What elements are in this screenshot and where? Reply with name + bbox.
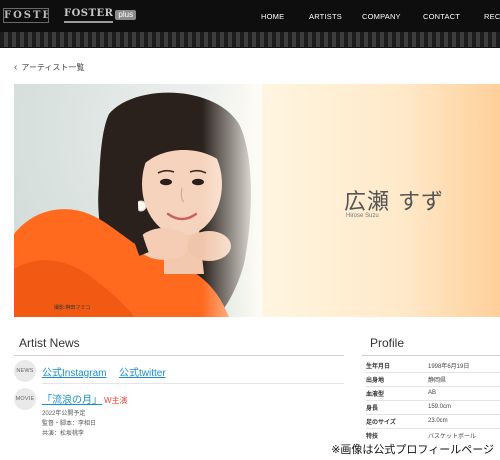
artist-name-japanese: 広瀬 すず: [344, 190, 444, 215]
artist-news-divider: [14, 355, 344, 356]
foster-plus-logo-text: FOSTER: [64, 7, 114, 23]
news-badge: NEWS: [14, 360, 36, 382]
official-twitter-link[interactable]: 公式twitter: [119, 364, 166, 379]
nav-recruit[interactable]: RECR: [484, 0, 500, 32]
movie-costar-info: 共演：松坂桃李: [42, 431, 85, 437]
movie-news-item[interactable]: 「流浪の月」 W主演: [42, 391, 128, 406]
artist-hero-banner: 撮影:榊田フミコ 広瀬 すず Hirose Suzu: [14, 84, 500, 317]
chevron-left-icon: ‹: [14, 61, 18, 73]
decorative-stripe-band: [0, 32, 500, 48]
movie-release-info: 2022年公開予定: [42, 411, 86, 417]
movie-title-link[interactable]: 「流浪の月」: [42, 395, 102, 406]
profile-key: 足のサイズ: [366, 419, 396, 426]
nav-home[interactable]: HOME: [261, 0, 284, 32]
profile-value: 静岡県: [428, 377, 447, 384]
profile-value: 159.0cm: [428, 404, 452, 410]
movie-director-info: 監督・脚本：李相日: [42, 421, 97, 427]
profile-row-height: 身長 159.0cm: [366, 401, 451, 413]
profile-key: 特技: [366, 433, 379, 440]
artist-photo: 撮影:榊田フミコ: [14, 84, 262, 317]
photo-credit: 撮影:榊田フミコ: [54, 305, 91, 311]
artist-news-heading: Artist News: [19, 336, 80, 350]
profile-row-skill: 特技 バスケットボール: [366, 429, 476, 441]
profile-row-blood-type: 血液型 AB: [366, 387, 436, 399]
back-link-label: アーティスト一覧: [21, 63, 85, 72]
foster-plus-logo-badge: plus: [115, 10, 137, 20]
profile-key: 身長: [366, 405, 379, 412]
back-to-artist-list-link[interactable]: ‹ アーティスト一覧: [14, 62, 84, 73]
artist-name-romaji: Hirose Suzu: [346, 213, 379, 219]
photo-fade-overlay: [202, 84, 262, 317]
profile-heading: Profile: [370, 336, 405, 350]
nav-contact[interactable]: CONTACT: [423, 0, 460, 32]
top-navigation-bar: FOSTER FOSTER plus HOME ARTISTS COMPANY …: [0, 0, 500, 32]
foster-plus-logo[interactable]: FOSTER plus: [64, 7, 137, 23]
profile-row-birthday: 生年月日 1998年6月19日: [366, 359, 469, 371]
image-source-caption: ※画像は公式プロフィールページ: [327, 441, 494, 457]
movie-role-tag: W主演: [104, 396, 128, 405]
profile-value: 23.0cm: [428, 418, 448, 424]
profile-key: 生年月日: [366, 363, 391, 370]
movie-badge: MOVIE: [14, 388, 36, 410]
profile-value: AB: [428, 390, 437, 396]
profile-row-birthplace: 出身地 静岡県: [366, 373, 446, 385]
profile-key: 出身地: [366, 377, 385, 384]
profile-value: バスケットボール: [428, 433, 477, 440]
nav-company[interactable]: COMPANY: [362, 0, 401, 32]
profile-value: 1998年6月19日: [428, 363, 470, 370]
nav-artists[interactable]: ARTISTS: [309, 0, 342, 32]
profile-divider: [362, 355, 500, 356]
news-item-divider: [42, 383, 344, 384]
profile-key: 血液型: [366, 391, 385, 398]
foster-logo[interactable]: FOSTER: [3, 8, 49, 23]
official-instagram-link[interactable]: 公式Instagram: [42, 364, 106, 379]
profile-row-shoe-size: 足のサイズ 23.0cm: [366, 415, 448, 427]
